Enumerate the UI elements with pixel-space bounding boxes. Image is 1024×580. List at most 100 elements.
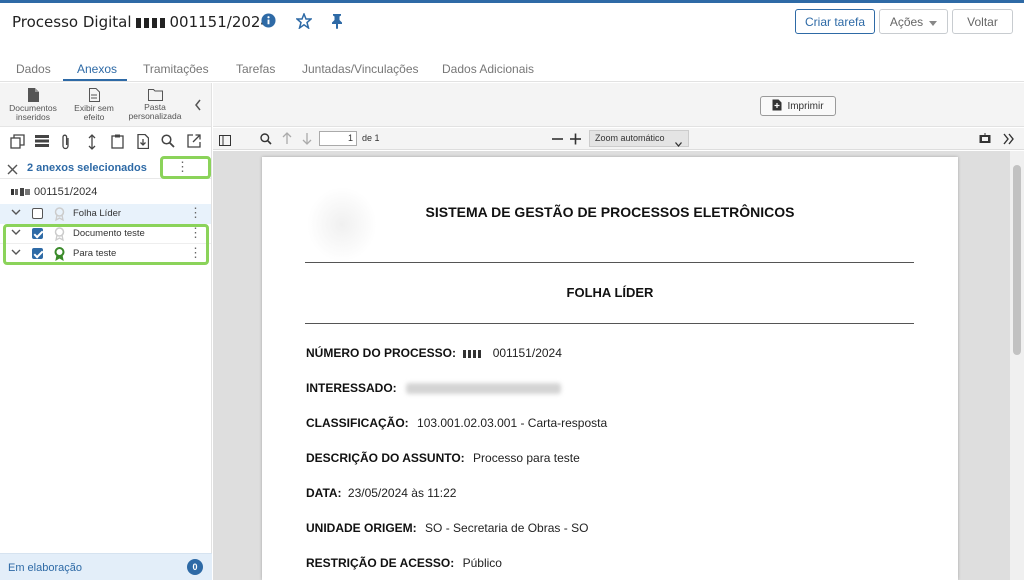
attachments-toolbar: Documentos inseridos Exibir sem efeito P… — [0, 83, 211, 127]
pin-icon[interactable] — [330, 13, 344, 34]
title-prefix: Processo Digital — [12, 13, 132, 31]
star-icon[interactable] — [295, 11, 313, 34]
selection-count-text: 2 anexos selecionados — [27, 162, 147, 174]
previous-page-icon[interactable] — [282, 132, 292, 150]
redacted-code — [135, 17, 166, 28]
drafts-label: Em elaboração — [8, 562, 82, 574]
zoom-select[interactable]: Zoom automático — [589, 130, 689, 147]
document-icon — [28, 88, 39, 102]
field-date: DATA: 23/05/2024 às 11:22 — [306, 486, 456, 500]
search-icon[interactable] — [161, 134, 175, 153]
tab-bar: Dados Anexos Tramitações Tarefas Juntada… — [0, 60, 1024, 82]
field-classification: CLASSIFICAÇÃO: 103.001.02.03.001 - Carta… — [306, 416, 607, 430]
tab-tramitacoes[interactable]: Tramitações — [143, 62, 209, 76]
chevron-down-icon — [675, 137, 682, 152]
drafts-footer[interactable]: Em elaboração 0 — [0, 553, 212, 580]
sidebar-toggle-icon[interactable] — [219, 133, 231, 151]
field-interested: INTERESSADO: — [306, 381, 562, 395]
actions-dropdown-button[interactable]: Ações — [879, 9, 948, 34]
copy-icon[interactable] — [10, 134, 25, 154]
field-value: SO - Secretaria de Obras - SO — [425, 521, 589, 535]
field-label: INTERESSADO: — [306, 381, 397, 395]
create-task-label: Criar tarefa — [804, 14, 866, 29]
tab-dados-adicionais[interactable]: Dados Adicionais — [442, 62, 534, 76]
field-label: RESTRIÇÃO DE ACESSO: — [306, 556, 455, 570]
scrollbar-thumb[interactable] — [1013, 165, 1021, 355]
create-task-button[interactable]: Criar tarefa — [795, 9, 875, 34]
collapse-panel-icon[interactable] — [194, 98, 202, 116]
back-label: Voltar — [967, 14, 998, 29]
tree-item-kebab-icon[interactable]: ⋮ — [189, 206, 202, 220]
paperclip-icon[interactable] — [61, 134, 71, 155]
zoom-out-icon[interactable] — [552, 132, 563, 150]
tab-anexos[interactable]: Anexos — [77, 62, 117, 76]
field-value: 23/05/2024 às 11:22 — [347, 486, 457, 500]
clear-selection-icon[interactable] — [7, 162, 18, 180]
documents-label-2: inseridos — [15, 112, 51, 122]
viewer-scrollbar[interactable] — [1010, 151, 1024, 580]
system-title: SISTEMA DE GESTÃO DE PROCESSOS ELETRÔNIC… — [425, 204, 795, 220]
info-icon[interactable] — [261, 13, 276, 33]
download-document-icon[interactable] — [137, 133, 150, 154]
field-label: CLASSIFICAÇÃO: — [306, 416, 409, 430]
field-label: DATA: — [306, 486, 342, 500]
field-label: NÚMERO DO PROCESSO: — [306, 346, 457, 360]
custom-folder-button[interactable]: Pasta personalizada — [125, 88, 185, 121]
zoom-select-value: Zoom automático — [595, 133, 665, 143]
field-value: 103.001.02.03.001 - Carta-resposta — [417, 416, 608, 430]
highlight-selection-menu — [160, 156, 211, 179]
open-external-icon[interactable] — [187, 134, 201, 153]
divider — [305, 262, 914, 263]
more-tools-icon[interactable] — [1003, 132, 1015, 150]
folder-icon — [147, 89, 163, 101]
process-number: 001151/2024 — [34, 186, 98, 198]
tab-dados[interactable]: Dados — [16, 62, 51, 76]
custom-folder-label-2: personalizada — [128, 111, 182, 121]
document-outline-icon — [89, 88, 100, 102]
field-subject: DESCRIÇÃO DO ASSUNTO: Processo para test… — [306, 451, 580, 465]
tree-item-checkbox[interactable] — [32, 208, 43, 219]
title-number: 001151/2024 — [169, 13, 271, 31]
pdf-page: SISTEMA DE GESTÃO DE PROCESSOS ELETRÔNIC… — [262, 157, 958, 580]
chevron-down-icon[interactable] — [11, 208, 21, 219]
presentation-mode-icon[interactable] — [979, 132, 991, 150]
tab-juntadas[interactable]: Juntadas/Vinculações — [302, 62, 419, 76]
pdf-toolbar: 1 de 1 Zoom automático — [213, 128, 1024, 150]
field-process-number: NÚMERO DO PROCESSO: 001151/2024 — [306, 346, 562, 360]
next-page-icon[interactable] — [302, 132, 312, 150]
caret-down-icon — [929, 15, 938, 29]
blurred-value — [406, 383, 562, 395]
attachments-icon-row — [0, 131, 211, 153]
show-no-effect-button[interactable]: Exibir sem efeito — [66, 88, 122, 122]
zoom-in-icon[interactable] — [570, 132, 581, 150]
field-label: UNIDADE ORIGEM: — [306, 521, 417, 535]
page-number-input[interactable]: 1 — [319, 131, 357, 146]
tree-item-folha-lider[interactable]: Folha Líder ⋮ — [0, 204, 211, 224]
find-icon[interactable] — [260, 132, 272, 150]
show-no-effect-label-2: efeito — [83, 112, 105, 122]
field-access-restriction: RESTRIÇÃO DE ACESSO: Público — [306, 556, 502, 570]
list-icon[interactable] — [35, 134, 49, 153]
redacted-code — [463, 349, 484, 358]
field-value: 001151/2024 — [492, 346, 562, 360]
page-header: Processo Digital 001151/2024 Criar tarefa… — [0, 3, 1024, 43]
page-total-label: de 1 — [362, 133, 380, 143]
field-value: Processo para teste — [473, 451, 580, 465]
back-button[interactable]: Voltar — [952, 9, 1013, 34]
viewer-toolbar: Imprimir — [213, 83, 1024, 127]
sort-vertical-icon[interactable] — [87, 134, 97, 155]
attachments-panel: Documentos inseridos Exibir sem efeito P… — [0, 83, 212, 580]
inserted-documents-button[interactable]: Documentos inseridos — [5, 88, 61, 122]
actions-label: Ações — [889, 14, 924, 29]
document-title: FOLHA LÍDER — [566, 285, 654, 300]
field-label: DESCRIÇÃO DO ASSUNTO: — [306, 451, 465, 465]
field-origin-unit: UNIDADE ORIGEM: SO - Secretaria de Obras… — [306, 521, 588, 535]
award-ribbon-icon — [54, 207, 65, 224]
field-value: Público — [462, 556, 502, 570]
divider — [305, 323, 914, 324]
highlight-selected-items — [3, 224, 209, 265]
print-button[interactable]: Imprimir — [760, 96, 836, 116]
clipboard-icon[interactable] — [111, 134, 124, 154]
tab-tarefas[interactable]: Tarefas — [236, 62, 275, 76]
active-tab-indicator — [63, 79, 127, 81]
